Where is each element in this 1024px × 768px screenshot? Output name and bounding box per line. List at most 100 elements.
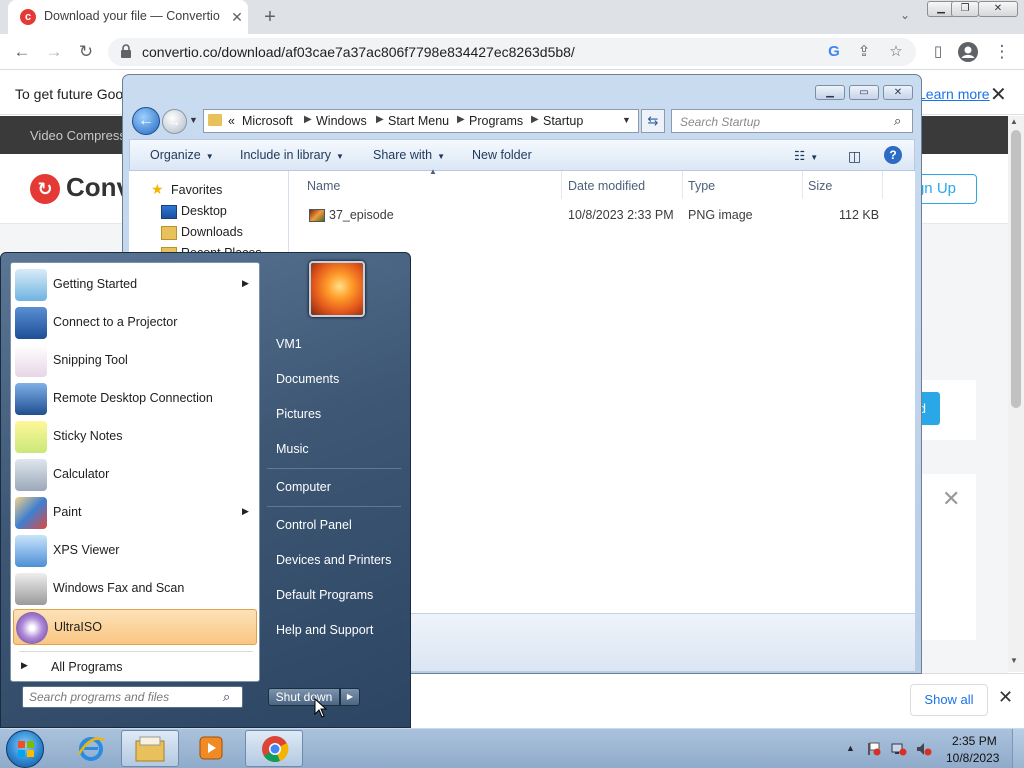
show-desktop-button[interactable] [1012, 729, 1024, 768]
view-options-icon[interactable]: ☷ ▼ [794, 148, 818, 163]
start-link-default-programs[interactable]: Default Programs [276, 588, 373, 602]
recent-pages-chevron-icon[interactable]: ▼ [189, 115, 198, 125]
scroll-up-arrow-icon[interactable]: ▲ [1010, 117, 1018, 126]
start-program-item[interactable]: XPS Viewer [13, 533, 257, 569]
browser-tab[interactable]: c Download your file — Convertio ✕ [8, 0, 248, 34]
breadcrumb-separator-icon[interactable]: ▶ [457, 114, 465, 125]
tray-overflow-arrow-icon[interactable]: ▲ [846, 743, 855, 753]
explorer-search-input[interactable]: Search Startup ⌕ [671, 109, 913, 133]
start-link-devices-and-printers[interactable]: Devices and Printers [276, 553, 391, 567]
browser-close-button[interactable]: ✕ [978, 1, 1018, 17]
show-all-downloads-button[interactable]: Show all [910, 684, 988, 716]
breadcrumb-overflow[interactable]: « [228, 114, 235, 128]
start-program-item[interactable]: Calculator [13, 457, 257, 493]
profile-avatar-icon[interactable] [956, 40, 980, 64]
user-avatar[interactable] [309, 261, 365, 317]
address-bar[interactable]: convertio.co/download/af03cae7a37ac806f7… [108, 38, 916, 66]
action-center-flag-icon[interactable] [866, 742, 882, 756]
nav-downloads[interactable]: Downloads [181, 225, 243, 239]
infobar-learn-more-link[interactable]: Learn more [918, 86, 990, 102]
breadcrumb-separator-icon[interactable]: ▶ [531, 114, 539, 125]
share-icon[interactable]: ⇪ [854, 42, 874, 62]
start-program-item[interactable]: Paint ▶ [13, 495, 257, 531]
forward-arrow-icon[interactable]: → [42, 40, 66, 64]
google-lens-icon[interactable]: G [824, 42, 844, 62]
start-program-item[interactable]: Windows Fax and Scan [13, 571, 257, 607]
submenu-arrow-icon[interactable]: ▶ [242, 506, 249, 517]
reload-icon[interactable]: ↻ [74, 40, 98, 64]
start-link-control-panel[interactable]: Control Panel [276, 518, 352, 532]
help-icon[interactable]: ? [884, 146, 902, 164]
start-link-help-and-support[interactable]: Help and Support [276, 623, 373, 637]
breadcrumb-startup[interactable]: Startup [543, 114, 583, 128]
new-tab-button[interactable]: + [258, 5, 282, 29]
start-program-item[interactable]: UltraISO [13, 609, 257, 645]
explorer-maximize-button[interactable]: ▭ [849, 85, 879, 100]
column-header-type[interactable]: Type [688, 179, 715, 193]
breadcrumb-windows[interactable]: Windows [316, 114, 367, 128]
nav-desktop[interactable]: Desktop [181, 204, 227, 218]
network-icon[interactable] [891, 742, 907, 756]
start-program-item[interactable]: Getting Started ▶ [13, 267, 257, 303]
share-with-menu[interactable]: Share with ▼ [373, 148, 445, 162]
shutdown-options-arrow-icon[interactable]: ▶ [340, 688, 360, 706]
start-link-user[interactable]: VM1 [276, 337, 302, 351]
start-program-item[interactable]: Connect to a Projector [13, 305, 257, 341]
breadcrumb-separator-icon[interactable]: ▶ [304, 114, 312, 125]
start-link-music[interactable]: Music [276, 442, 309, 456]
all-programs-button[interactable]: ▶ All Programs [13, 655, 257, 679]
side-panel-icon[interactable]: ▯ [926, 40, 950, 64]
search-icon[interactable]: ⌕ [894, 113, 901, 129]
start-search-input[interactable]: Search programs and files ⌕ [22, 686, 243, 708]
taskbar-internet-explorer[interactable] [62, 730, 120, 767]
taskbar-media-player[interactable] [182, 730, 240, 767]
bookmark-star-icon[interactable]: ☆ [886, 42, 906, 62]
download-shelf-close-icon[interactable]: ✕ [998, 687, 1013, 708]
new-folder-button[interactable]: New folder [472, 148, 532, 162]
column-divider[interactable] [561, 171, 562, 199]
site-nav-video-compress[interactable]: Video Compress [30, 128, 126, 143]
explorer-minimize-button[interactable]: ▁ [815, 85, 845, 100]
infobar-close-icon[interactable]: ✕ [990, 82, 1007, 107]
browser-restore-button[interactable]: ❐ [951, 1, 979, 17]
column-header-date-modified[interactable]: Date modified [568, 179, 645, 193]
start-link-computer[interactable]: Computer [276, 480, 331, 494]
page-scrollbar-thumb[interactable] [1011, 130, 1021, 408]
breadcrumb-start-menu[interactable]: Start Menu [388, 114, 449, 128]
volume-muted-icon[interactable] [916, 742, 932, 756]
breadcrumb-separator-icon[interactable]: ▶ [376, 114, 384, 125]
scroll-down-arrow-icon[interactable]: ▼ [1010, 656, 1018, 665]
tab-close-icon[interactable]: ✕ [228, 8, 246, 26]
column-header-name[interactable]: Name [307, 179, 340, 193]
start-button[interactable] [6, 730, 44, 768]
refresh-icon[interactable]: ⇆ [641, 109, 665, 133]
taskbar-chrome[interactable] [245, 730, 303, 767]
start-program-item[interactable]: Snipping Tool [13, 343, 257, 379]
browser-menu-icon[interactable]: ⋮ [990, 40, 1014, 64]
start-program-item[interactable]: Sticky Notes [13, 419, 257, 455]
organize-menu[interactable]: Organize ▼ [150, 148, 214, 162]
include-in-library-menu[interactable]: Include in library ▼ [240, 148, 344, 162]
start-link-pictures[interactable]: Pictures [276, 407, 321, 421]
submenu-arrow-icon[interactable]: ▶ [242, 278, 249, 289]
clock-date[interactable]: 10/8/2023 [946, 751, 999, 765]
file-name[interactable]: 37_episode [329, 208, 394, 222]
back-arrow-icon[interactable]: ← [10, 40, 34, 64]
column-header-size[interactable]: Size [808, 179, 832, 193]
column-divider[interactable] [802, 171, 803, 199]
shutdown-button[interactable]: Shut down [268, 688, 340, 706]
column-divider[interactable] [882, 171, 883, 199]
breadcrumb-microsoft[interactable]: Microsoft [242, 114, 293, 128]
explorer-address-bar[interactable]: « Microsoft ▶ Windows ▶ Start Menu ▶ Pro… [203, 109, 639, 133]
explorer-forward-button[interactable]: → [162, 109, 187, 134]
clock-time[interactable]: 2:35 PM [952, 734, 997, 748]
nav-favorites[interactable]: Favorites [171, 183, 222, 197]
start-program-item[interactable]: Remote Desktop Connection [13, 381, 257, 417]
column-divider[interactable] [682, 171, 683, 199]
start-link-documents[interactable]: Documents [276, 372, 339, 386]
preview-pane-icon[interactable]: ◫ [848, 148, 861, 165]
address-dropdown-icon[interactable]: ▼ [622, 115, 631, 125]
tab-search-chevron-icon[interactable]: ⌄ [896, 8, 914, 26]
search-icon[interactable]: ⌕ [223, 689, 230, 705]
promo-close-icon[interactable]: ✕ [942, 486, 960, 512]
